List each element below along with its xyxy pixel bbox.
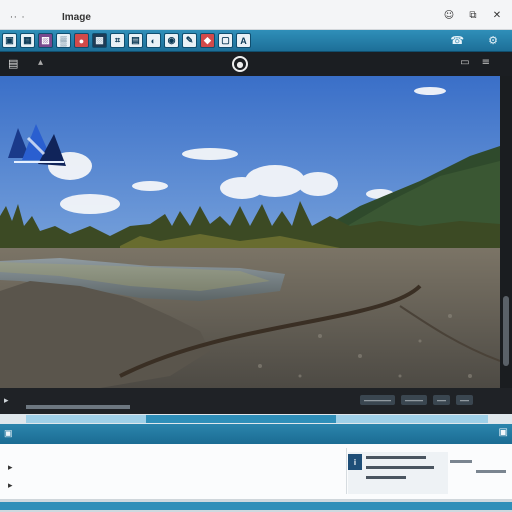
options-icon[interactable]: ≡	[482, 57, 490, 68]
window-title: Image	[62, 12, 91, 23]
toolbar-right: ☎ ⚙	[450, 34, 498, 47]
phone-icon[interactable]: ☎	[450, 34, 464, 47]
list-item-expander[interactable]: ▸	[8, 476, 13, 494]
application-window: ·· · Image ☺ ⧉ ✕ ▣ ▦ ▨ ▒ ● ▩ ⌗ ▤ ◐ ◉ ✎ ◆ ▢ A ☎ ⚙ ▤ ▴ …	[0, 0, 512, 512]
bottom-panel: ▸ ▸ i	[0, 444, 512, 500]
viewer-status-bar: ▸ ——— —— — —	[0, 388, 512, 414]
title-bar: ·· · Image ☺ ⧉ ✕	[0, 0, 512, 30]
detail-card[interactable]: i	[348, 452, 448, 494]
collapse-icon[interactable]: ▴	[38, 57, 43, 68]
record-center-icon[interactable]: ●	[232, 56, 248, 72]
list-item-expander[interactable]: ▸	[8, 458, 13, 476]
bottom-strip	[0, 500, 512, 512]
panel-list: ▸ ▸	[8, 458, 13, 494]
text-icon[interactable]: A	[236, 33, 251, 48]
grid-icon[interactable]: ▒	[56, 33, 71, 48]
panel-divider	[346, 448, 347, 494]
brush-icon[interactable]: ✎	[182, 33, 197, 48]
color-icon[interactable]: ◆	[200, 33, 215, 48]
timeline-segment-1[interactable]	[26, 415, 146, 423]
scrollbar-thumb[interactable]	[503, 296, 509, 366]
aspect-icon[interactable]: ▭	[460, 57, 469, 68]
restore-icon[interactable]: ⧉	[466, 9, 480, 22]
timeline-segment-3[interactable]	[336, 415, 488, 423]
close-icon[interactable]: ✕	[490, 9, 504, 22]
layers-icon[interactable]: ▤	[128, 33, 143, 48]
timeline-segment-active[interactable]	[146, 415, 336, 423]
window-controls: ☺ ⧉ ✕	[442, 9, 504, 22]
bottom-panel-header: ▣ ▣	[0, 424, 512, 444]
crop-icon[interactable]: ⌗	[110, 33, 125, 48]
status-pill-3: —	[433, 395, 450, 405]
user-icon[interactable]: ☺	[442, 9, 456, 22]
timeline-track[interactable]	[0, 414, 512, 424]
side-text-placeholder	[450, 454, 506, 487]
vertical-scrollbar[interactable]	[500, 76, 512, 388]
panel-options-icon[interactable]: ▣	[499, 427, 508, 438]
status-pill-1: ———	[360, 395, 395, 405]
main-toolbar: ▣ ▦ ▨ ▒ ● ▩ ⌗ ▤ ◐ ◉ ✎ ◆ ▢ A ☎ ⚙	[0, 30, 512, 52]
window-icon[interactable]: ▣	[2, 33, 17, 48]
detail-text-placeholder	[366, 452, 446, 491]
seek-track[interactable]	[26, 405, 130, 409]
landscape-photo	[0, 76, 500, 388]
info-icon: i	[348, 454, 362, 470]
record-icon[interactable]: ●	[74, 33, 89, 48]
image-icon[interactable]: ▦	[20, 33, 35, 48]
viewer-right-controls: ▭ ≡	[460, 57, 490, 68]
film-icon[interactable]: ▩	[92, 33, 107, 48]
play-icon[interactable]: ▸	[4, 395, 9, 406]
viewer-header: ▤ ▴ ● ▭ ≡	[0, 52, 512, 76]
blurred-text-lines	[366, 456, 434, 479]
status-pill-2: ——	[401, 395, 427, 405]
bottom-accent-bar	[0, 502, 512, 510]
photo-icon[interactable]: ▨	[38, 33, 53, 48]
eye-icon[interactable]: ◉	[164, 33, 179, 48]
toolbar-tools: ▣ ▦ ▨ ▒ ● ▩ ⌗ ▤ ◐ ◉ ✎ ◆ ▢ A	[2, 33, 251, 48]
panel-menu-icon[interactable]: ▤	[8, 57, 18, 70]
image-canvas[interactable]	[0, 76, 500, 388]
frame-icon[interactable]: ▢	[218, 33, 233, 48]
blurred-side-lines	[450, 460, 506, 473]
settings-icon[interactable]: ⚙	[488, 34, 498, 47]
app-menu-dots[interactable]: ·· ·	[10, 13, 25, 23]
adjust-icon[interactable]: ◐	[146, 33, 161, 48]
panel-icon[interactable]: ▣	[4, 428, 13, 439]
status-pill-4: —	[456, 395, 473, 405]
status-info: ——— —— — —	[360, 395, 473, 405]
